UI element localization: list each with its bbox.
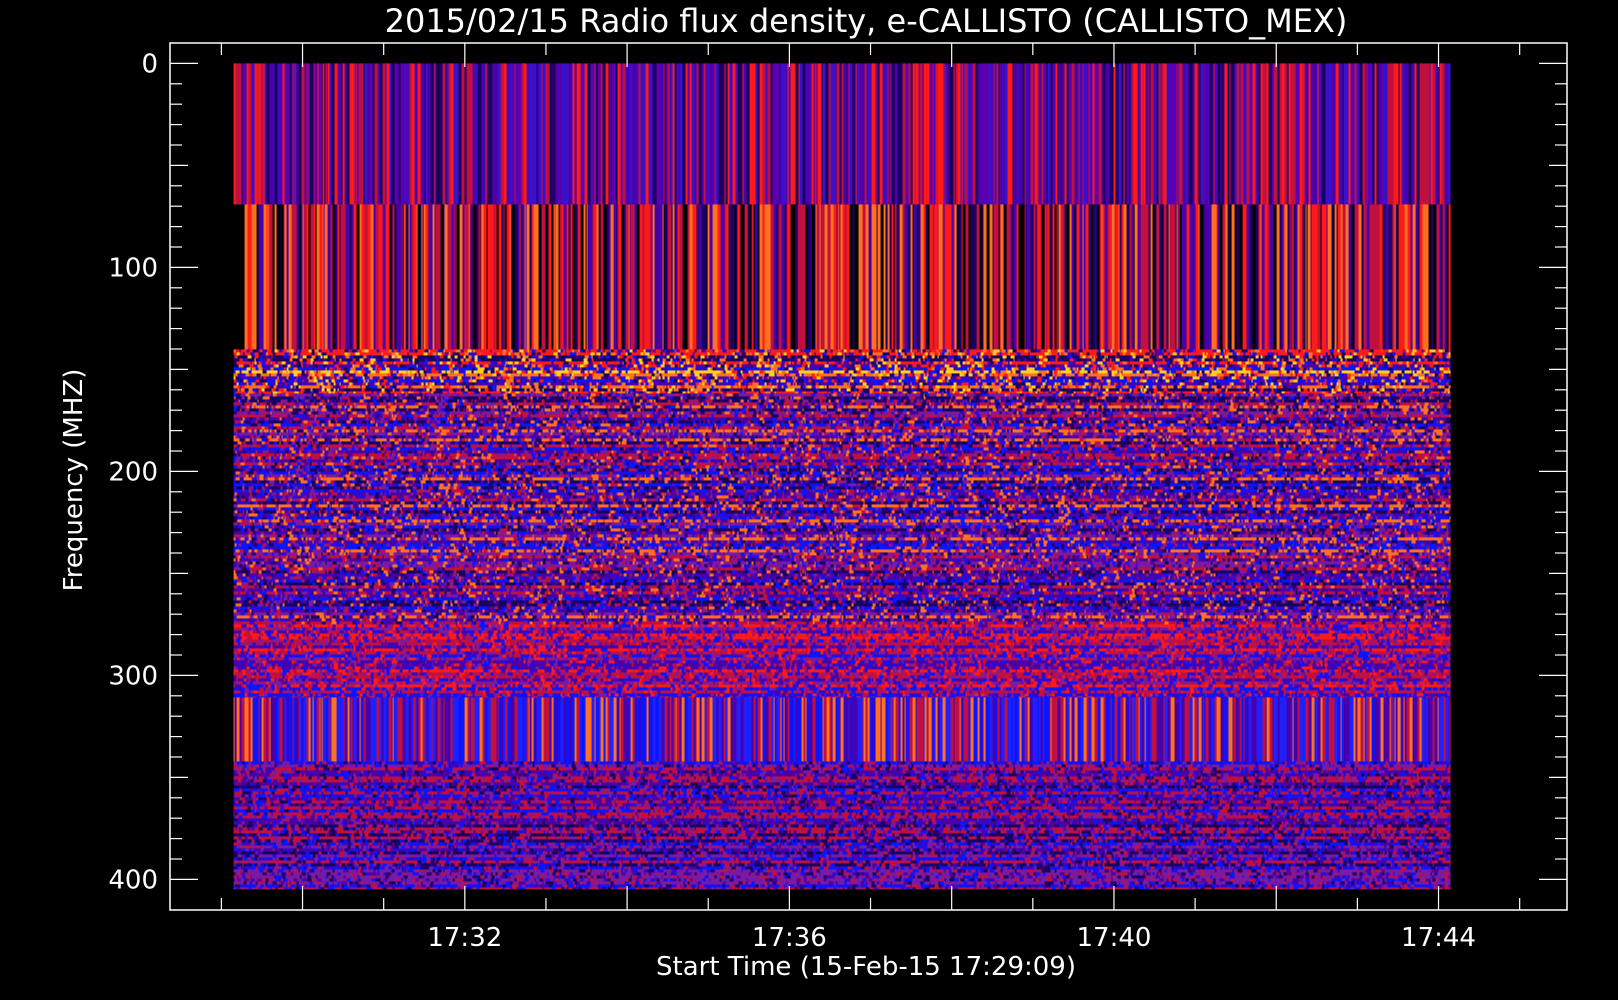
x-tick-label: 17:44 bbox=[1401, 923, 1476, 953]
spectrogram-chart: 2015/02/15 Radio flux density, e-CALLIST… bbox=[0, 0, 1618, 1000]
chart-title: 2015/02/15 Radio flux density, e-CALLIST… bbox=[385, 2, 1348, 40]
y-tick-label: 300 bbox=[108, 661, 158, 691]
spectrogram-svg: 2015/02/15 Radio flux density, e-CALLIST… bbox=[59, 2, 1568, 982]
y-tick-label: 400 bbox=[108, 865, 158, 895]
x-tick-label: 17:40 bbox=[1076, 923, 1151, 953]
y-tick-label: 100 bbox=[108, 253, 158, 283]
x-axis-label: Start Time (15-Feb-15 17:29:09) bbox=[656, 952, 1076, 982]
y-axis-label: Frequency (MHZ) bbox=[59, 369, 89, 592]
y-tick-label: 0 bbox=[141, 49, 158, 79]
heatmap-layer bbox=[233, 63, 1451, 890]
x-tick-label: 17:32 bbox=[427, 923, 502, 953]
x-tick-label: 17:36 bbox=[752, 923, 827, 953]
spectrogram-image bbox=[233, 63, 1451, 890]
y-tick-label: 200 bbox=[108, 457, 158, 487]
